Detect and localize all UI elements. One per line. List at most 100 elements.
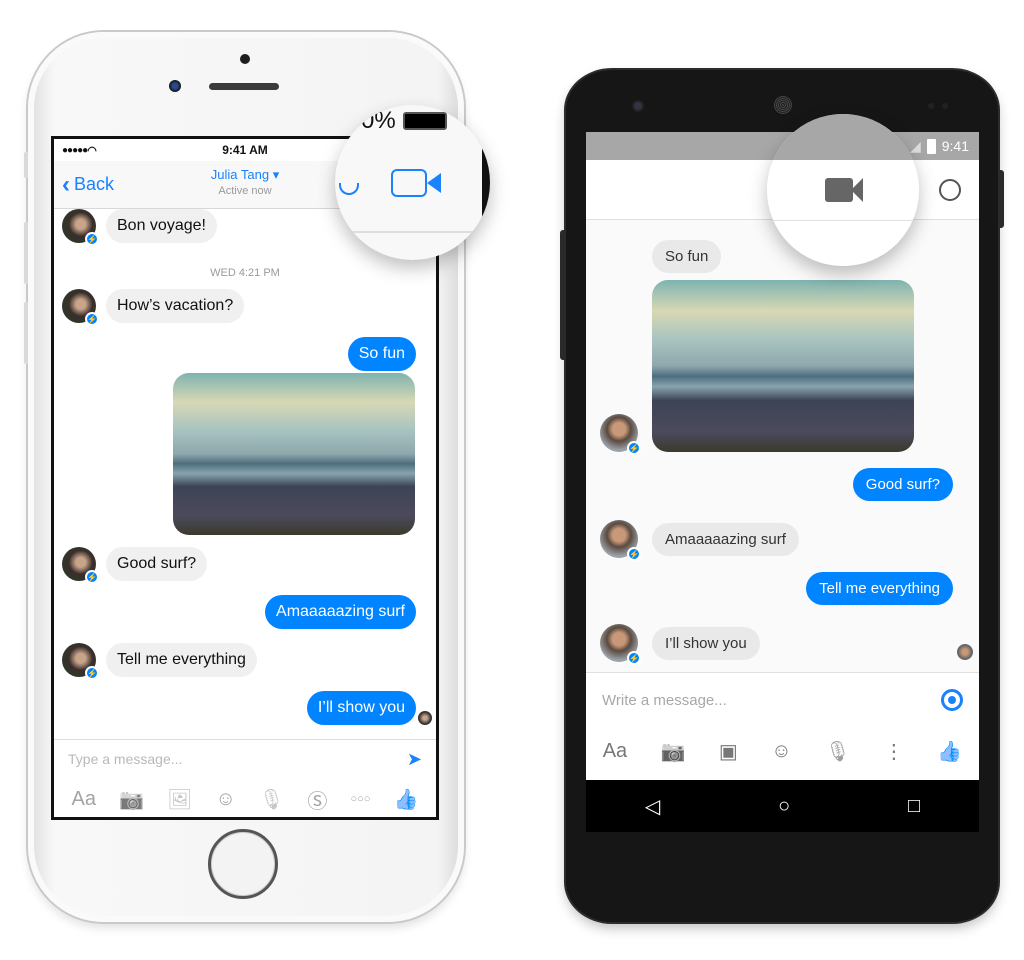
battery-icon xyxy=(926,138,936,154)
send-location-icon[interactable]: ➤ xyxy=(407,749,422,770)
message-bubble: Amaaaaazing surf xyxy=(265,595,416,629)
video-call-icon[interactable] xyxy=(391,169,427,197)
proximity-sensor xyxy=(240,54,250,64)
messenger-badge-icon: ⚡ xyxy=(85,666,99,680)
seen-avatar xyxy=(418,711,432,725)
beach-photo[interactable] xyxy=(652,280,914,452)
message-incoming: ⚡ I’ll show you xyxy=(600,624,760,665)
message-bubble: Tell me everything xyxy=(806,572,953,605)
more-icon[interactable]: ○○○ xyxy=(350,793,370,805)
ios-message-list: ⚡ Bon voyage! WED 4:21 PM ⚡ How’s vacati… xyxy=(54,209,436,739)
message-outgoing: So fun xyxy=(347,337,416,371)
nav-divider xyxy=(335,231,490,233)
timestamp: WED 4:21 PM xyxy=(210,267,280,279)
location-icon[interactable] xyxy=(941,689,963,711)
light-sensor xyxy=(928,103,934,109)
status-bar-segment xyxy=(767,114,919,160)
payment-icon[interactable]: Ⓢ xyxy=(307,785,327,814)
camera-icon[interactable]: 📷 xyxy=(661,739,686,764)
home-button[interactable] xyxy=(208,829,278,899)
message-bubble: How’s vacation? xyxy=(106,289,245,323)
video-call-icon-lens xyxy=(427,173,441,193)
contact-avatar: ⚡ xyxy=(600,624,641,665)
earpiece-speaker xyxy=(209,83,279,90)
video-call-icon[interactable] xyxy=(825,178,853,202)
message-outgoing: Tell me everything xyxy=(806,572,953,605)
microphone-icon[interactable]: 🎙 xyxy=(259,787,284,812)
text-format-icon[interactable]: Aa xyxy=(603,740,627,763)
ios-composer-toolbar: Aa 📷 🖼 ☺ 🎙 Ⓢ ○○○ 👍 xyxy=(54,779,436,817)
contact-avatar: ⚡ xyxy=(600,520,641,561)
seen-avatar xyxy=(957,644,973,660)
message-incoming: ⚡ Good surf? xyxy=(62,547,208,584)
mute-switch xyxy=(24,152,28,178)
earpiece-speaker xyxy=(774,96,792,114)
more-vert-icon[interactable]: ⋮ xyxy=(884,739,904,764)
contact-avatar: ⚡ xyxy=(62,547,99,584)
contact-avatar: ⚡ xyxy=(62,643,99,680)
beach-photo[interactable] xyxy=(173,373,415,535)
gallery-icon[interactable]: 🖼 xyxy=(167,787,192,812)
messenger-badge-icon: ⚡ xyxy=(627,547,641,561)
message-bubble: Good surf? xyxy=(106,547,208,581)
message-outgoing: Amaaaaazing surf xyxy=(265,595,416,629)
microphone-icon[interactable]: 🎙 xyxy=(825,739,850,764)
chevron-down-icon: ▾ xyxy=(272,167,280,182)
gallery-icon[interactable]: ▣ xyxy=(719,739,738,764)
info-icon[interactable] xyxy=(939,178,961,201)
like-icon[interactable]: 👍 xyxy=(393,787,418,812)
message-input[interactable]: Write a message... xyxy=(602,692,727,709)
volume-rocker xyxy=(560,230,566,360)
status-time: 9:41 xyxy=(941,138,969,154)
message-input[interactable]: Type a message... xyxy=(68,751,182,767)
message-incoming: ⚡ Amaaaaazing surf xyxy=(600,520,799,561)
ios-composer: Type a message... ➤ xyxy=(54,739,436,778)
volume-down-button xyxy=(24,302,28,364)
android-composer-toolbar: Aa 📷 ▣ ☺ 🎙 ⋮ 👍 xyxy=(586,727,979,775)
volume-up-button xyxy=(24,222,28,284)
toolbar-segment xyxy=(767,160,919,266)
toolbar-divider xyxy=(767,220,919,221)
text-format-icon[interactable]: Aa xyxy=(72,788,96,811)
nav-back-icon[interactable]: ◁ xyxy=(645,794,660,819)
contact-avatar: ⚡ xyxy=(62,209,99,246)
emoji-icon[interactable]: ☺ xyxy=(771,740,791,763)
android-composer: Write a message... Aa 📷 ▣ ☺ 🎙 ⋮ 👍 xyxy=(586,672,979,780)
battery-icon xyxy=(403,112,447,130)
video-call-icon-lens xyxy=(851,178,863,202)
screen-edge xyxy=(482,125,490,240)
android-navigation-bar: ◁ ○ □ xyxy=(586,780,979,832)
message-outgoing: Good surf? xyxy=(852,468,953,501)
video-call-magnifier xyxy=(767,114,919,266)
message-bubble: Bon voyage! xyxy=(106,209,217,243)
message-outgoing: I’ll show you xyxy=(306,691,416,725)
contact-avatar: ⚡ xyxy=(600,414,641,455)
message-bubble: So fun xyxy=(347,337,416,371)
like-icon[interactable]: 👍 xyxy=(937,739,962,764)
message-incoming: ⚡ Tell me everything xyxy=(62,643,257,680)
message-incoming: ⚡ How’s vacation? xyxy=(62,289,245,326)
messenger-badge-icon: ⚡ xyxy=(85,232,99,246)
messenger-badge-icon: ⚡ xyxy=(85,312,99,326)
front-camera xyxy=(634,102,642,110)
emoji-icon[interactable]: ☺ xyxy=(215,788,235,811)
message-bubble: I’ll show you xyxy=(652,626,760,660)
message-incoming: So fun xyxy=(652,240,722,273)
camera-icon[interactable]: 📷 xyxy=(119,787,144,812)
nav-home-icon[interactable]: ○ xyxy=(778,795,790,818)
android-message-list: So fun ⚡ Good surf? ⚡ Amaaaaazing surf T… xyxy=(586,220,979,670)
message-bubble: Good surf? xyxy=(852,468,953,501)
message-bubble: So fun xyxy=(652,240,722,273)
messenger-badge-icon: ⚡ xyxy=(85,570,99,584)
proximity-sensor xyxy=(942,103,948,109)
message-bubble: I’ll show you xyxy=(306,691,416,725)
messenger-badge-icon: ⚡ xyxy=(627,441,641,455)
phone-call-icon[interactable] xyxy=(339,183,359,195)
message-bubble: Tell me everything xyxy=(106,643,257,677)
contact-avatar: ⚡ xyxy=(62,289,99,326)
video-call-magnifier: 0% xyxy=(335,105,490,260)
message-bubble: Amaaaaazing surf xyxy=(652,522,799,556)
nav-recents-icon[interactable]: □ xyxy=(908,795,920,818)
contact-name: Julia Tang xyxy=(210,167,270,182)
message-incoming: ⚡ Bon voyage! xyxy=(62,209,217,246)
